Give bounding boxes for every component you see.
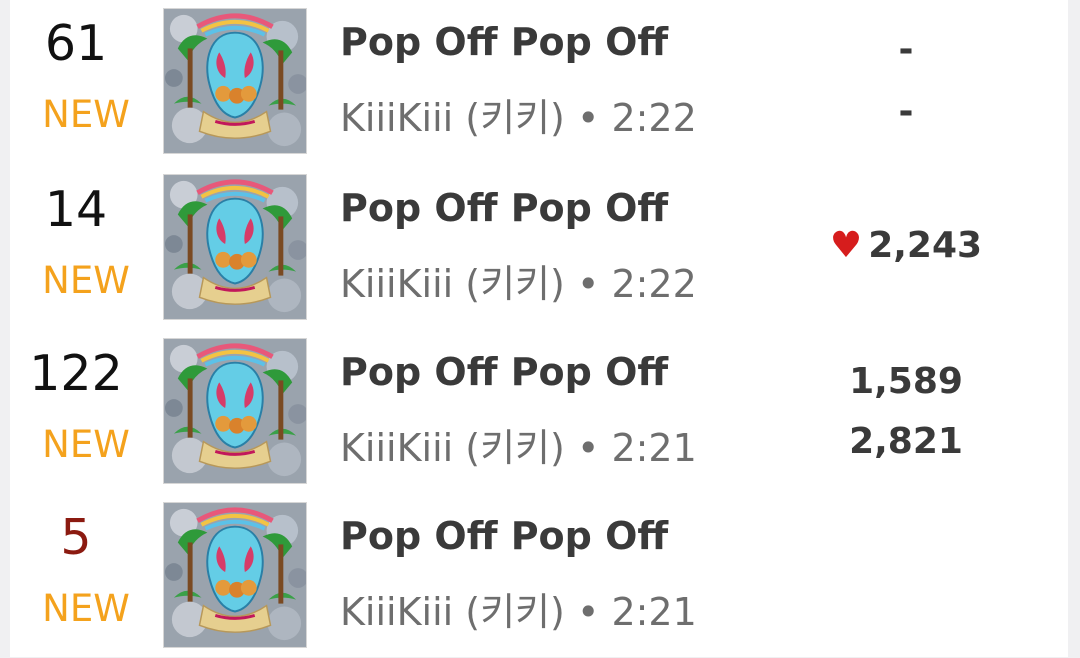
rank-number: 61	[44, 15, 108, 72]
track-duration: 2:21	[611, 590, 697, 634]
new-badge: NEW	[42, 259, 130, 302]
track-subtitle: KiiiKiii (키키) • 2:21	[340, 424, 697, 472]
rank-number: 5	[60, 509, 92, 566]
chart-list: 61 NEW Pop Off Pop Off KiiiKiii (키키) • 2…	[10, 0, 1068, 657]
likes-count: ♥ 2,243	[806, 224, 1006, 268]
stat-secondary: -	[898, 91, 914, 132]
track-title[interactable]: Pop Off Pop Off	[340, 348, 668, 396]
stat-secondary: 2,821	[849, 421, 963, 462]
track-duration: 2:22	[611, 262, 697, 306]
track-row[interactable]: 61 NEW Pop Off Pop Off KiiiKiii (키키) • 2…	[10, 0, 1068, 164]
artist-name[interactable]: KiiiKiii (키키)	[340, 590, 565, 634]
track-subtitle: KiiiKiii (키키) • 2:22	[340, 260, 697, 308]
new-badge: NEW	[42, 93, 130, 136]
track-title[interactable]: Pop Off Pop Off	[340, 18, 668, 66]
heart-icon: ♥	[829, 225, 863, 266]
stat-primary: 1,589	[849, 361, 963, 402]
album-art[interactable]	[163, 8, 307, 154]
album-art[interactable]	[163, 174, 307, 320]
separator-dot: •	[576, 426, 600, 470]
track-duration: 2:21	[611, 426, 697, 470]
separator-dot: •	[576, 262, 600, 306]
track-subtitle: KiiiKiii (키키) • 2:21	[340, 588, 697, 636]
separator-dot: •	[576, 96, 600, 140]
artist-name[interactable]: KiiiKiii (키키)	[340, 426, 565, 470]
artist-name[interactable]: KiiiKiii (키키)	[340, 262, 565, 306]
track-row[interactable]: 14 NEW Pop Off Pop Off KiiiKiii (키키) • 2…	[10, 166, 1068, 330]
rank-number: 122	[29, 345, 123, 402]
new-badge: NEW	[42, 587, 130, 630]
track-duration: 2:22	[611, 96, 697, 140]
track-row[interactable]: 5 NEW Pop Off Pop Off KiiiKiii (키키) • 2:…	[10, 494, 1068, 658]
track-title[interactable]: Pop Off Pop Off	[340, 184, 668, 232]
separator-dot: •	[576, 590, 600, 634]
album-art[interactable]	[163, 502, 307, 648]
track-title[interactable]: Pop Off Pop Off	[340, 512, 668, 560]
album-art[interactable]	[163, 338, 307, 484]
new-badge: NEW	[42, 423, 130, 466]
stat-primary: -	[898, 29, 914, 70]
rank-number: 14	[44, 181, 108, 238]
track-subtitle: KiiiKiii (키키) • 2:22	[340, 94, 697, 142]
artist-name[interactable]: KiiiKiii (키키)	[340, 96, 565, 140]
likes-value: 2,243	[868, 225, 983, 266]
track-row[interactable]: 122 NEW Pop Off Pop Off KiiiKiii (키키) • …	[10, 330, 1068, 494]
